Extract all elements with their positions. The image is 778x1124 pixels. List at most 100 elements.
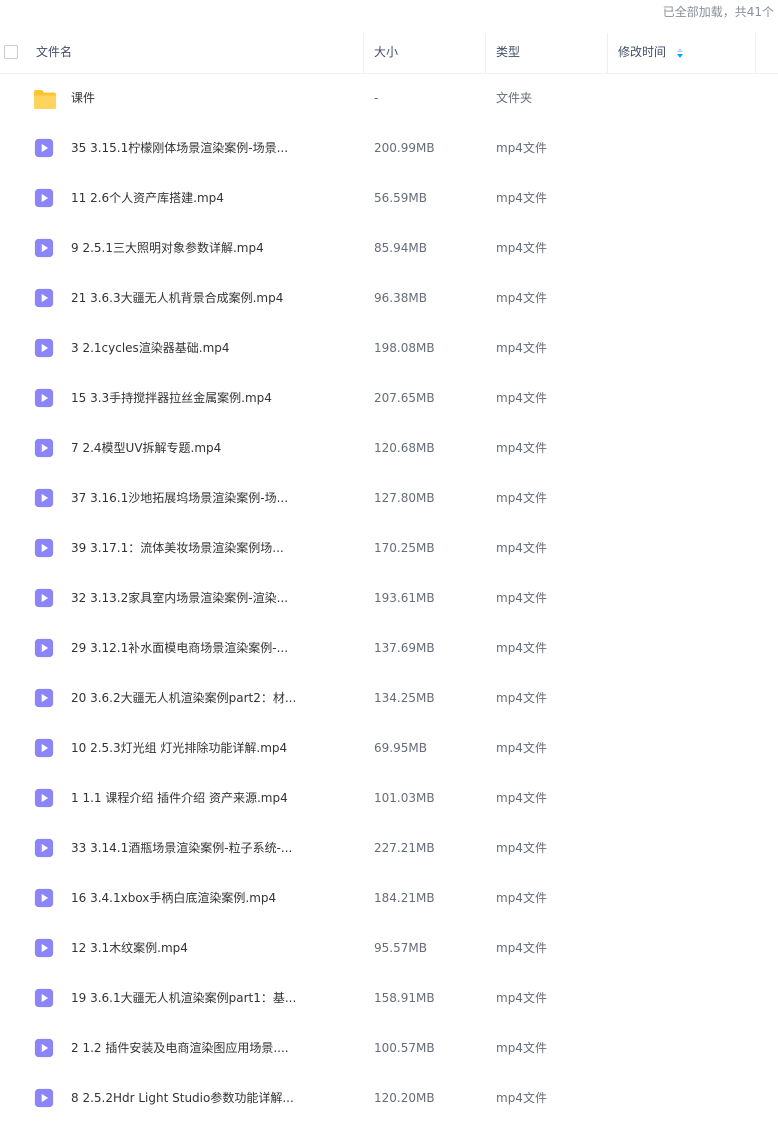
file-type: mp4文件 bbox=[496, 141, 547, 155]
video-file-icon bbox=[34, 688, 56, 710]
video-file-icon bbox=[34, 788, 56, 810]
folder-icon bbox=[33, 88, 56, 110]
video-file-icon bbox=[34, 588, 56, 610]
column-header-name[interactable]: 文件名 bbox=[36, 33, 364, 73]
file-type: 文件夹 bbox=[496, 91, 533, 105]
file-size: 200.99MB bbox=[374, 141, 435, 155]
file-row[interactable]: 35 3.15.1柠檬刚体场景渲染案例-场景... 200.99MB mp4文件 bbox=[0, 124, 778, 174]
sort-icon[interactable] bbox=[676, 47, 684, 59]
load-summary: 已全部加载，共41个 bbox=[662, 5, 774, 19]
video-file-icon bbox=[34, 288, 56, 310]
file-name[interactable]: 1 1.1 课程介绍 插件介绍 资产来源.mp4 bbox=[71, 774, 288, 822]
video-file-icon bbox=[34, 538, 56, 560]
column-header-type[interactable]: 类型 bbox=[496, 33, 608, 73]
video-file-icon bbox=[34, 738, 56, 760]
file-row[interactable]: 20 3.6.2大疆无人机渲染案例part2：材... 134.25MB mp4文件 bbox=[0, 674, 778, 724]
file-name[interactable]: 8 2.5.2Hdr Light Studio参数功能详解... bbox=[71, 1074, 294, 1122]
file-size: 134.25MB bbox=[374, 691, 435, 705]
file-name[interactable]: 12 3.1木纹案例.mp4 bbox=[71, 924, 188, 972]
column-header-modified[interactable]: 修改时间 bbox=[618, 33, 756, 73]
file-row[interactable]: 37 3.16.1沙地拓展坞场景渲染案例-场... 127.80MB mp4文件 bbox=[0, 474, 778, 524]
file-type: mp4文件 bbox=[496, 1091, 547, 1105]
video-file-icon bbox=[34, 138, 56, 160]
video-file-icon bbox=[34, 488, 56, 510]
file-size: 100.57MB bbox=[374, 1041, 435, 1055]
video-file-icon bbox=[34, 1088, 56, 1110]
file-type: mp4文件 bbox=[496, 491, 547, 505]
file-size: - bbox=[374, 91, 379, 105]
video-file-icon bbox=[34, 638, 56, 660]
file-row[interactable]: 12 3.1木纹案例.mp4 95.57MB mp4文件 bbox=[0, 924, 778, 974]
file-type: mp4文件 bbox=[496, 291, 547, 305]
file-size: 56.59MB bbox=[374, 191, 427, 205]
select-all-checkbox[interactable] bbox=[4, 45, 18, 59]
file-name[interactable]: 21 3.6.3大疆无人机背景合成案例.mp4 bbox=[71, 274, 283, 322]
file-size: 85.94MB bbox=[374, 241, 427, 255]
file-row[interactable]: 29 3.12.1补水面模电商场景渲染案例-... 137.69MB mp4文件 bbox=[0, 624, 778, 674]
file-row[interactable]: 2 1.2 插件安装及电商渲染图应用场景.... 100.57MB mp4文件 bbox=[0, 1024, 778, 1074]
file-row[interactable]: 11 2.6个人资产库搭建.mp4 56.59MB mp4文件 bbox=[0, 174, 778, 224]
file-name[interactable]: 7 2.4模型UV拆解专题.mp4 bbox=[71, 424, 221, 472]
file-name[interactable]: 3 2.1cycles渲染器基础.mp4 bbox=[71, 324, 230, 372]
column-header-name-label: 文件名 bbox=[36, 45, 73, 59]
column-header-size-label: 大小 bbox=[374, 45, 399, 59]
video-file-icon bbox=[34, 188, 56, 210]
file-size: 127.80MB bbox=[374, 491, 435, 505]
file-size: 158.91MB bbox=[374, 991, 435, 1005]
file-type: mp4文件 bbox=[496, 441, 547, 455]
video-file-icon bbox=[34, 338, 56, 360]
file-name[interactable]: 20 3.6.2大疆无人机渲染案例part2：材... bbox=[71, 674, 296, 722]
file-row[interactable]: 19 3.6.1大疆无人机渲染案例part1：基... 158.91MB mp4文件 bbox=[0, 974, 778, 1024]
file-name[interactable]: 2 1.2 插件安装及电商渲染图应用场景.... bbox=[71, 1024, 289, 1072]
file-type: mp4文件 bbox=[496, 991, 547, 1005]
file-list-header: 文件名 大小 类型 修改时间 bbox=[0, 33, 778, 74]
file-size: 120.20MB bbox=[374, 1091, 435, 1105]
file-type: mp4文件 bbox=[496, 641, 547, 655]
file-name[interactable]: 29 3.12.1补水面模电商场景渲染案例-... bbox=[71, 624, 288, 672]
file-row[interactable]: 10 2.5.3灯光组 灯光排除功能详解.mp4 69.95MB mp4文件 bbox=[0, 724, 778, 774]
video-file-icon bbox=[34, 238, 56, 260]
file-name[interactable]: 课件 bbox=[71, 74, 95, 122]
file-row[interactable]: 1 1.1 课程介绍 插件介绍 资产来源.mp4 101.03MB mp4文件 bbox=[0, 774, 778, 824]
file-row[interactable]: 15 3.3手持搅拌器拉丝金属案例.mp4 207.65MB mp4文件 bbox=[0, 374, 778, 424]
file-row[interactable]: 8 2.5.2Hdr Light Studio参数功能详解... 120.20MB… bbox=[0, 1074, 778, 1124]
file-row[interactable]: 33 3.14.1酒瓶场景渲染案例-粒子系统-... 227.21MB mp4文件 bbox=[0, 824, 778, 874]
file-row[interactable]: 21 3.6.3大疆无人机背景合成案例.mp4 96.38MB mp4文件 bbox=[0, 274, 778, 324]
file-list: 课件 - 文件夹 35 3.15.1柠檬刚体场景渲染案例-场景... 200.99MB m… bbox=[0, 74, 778, 1124]
file-name[interactable]: 32 3.13.2家具室内场景渲染案例-渲染... bbox=[71, 574, 288, 622]
file-name[interactable]: 15 3.3手持搅拌器拉丝金属案例.mp4 bbox=[71, 374, 272, 422]
file-name[interactable]: 11 2.6个人资产库搭建.mp4 bbox=[71, 174, 224, 222]
file-row[interactable]: 7 2.4模型UV拆解专题.mp4 120.68MB mp4文件 bbox=[0, 424, 778, 474]
file-name[interactable]: 9 2.5.1三大照明对象参数详解.mp4 bbox=[71, 224, 264, 272]
file-size: 170.25MB bbox=[374, 541, 435, 555]
file-row[interactable]: 9 2.5.1三大照明对象参数详解.mp4 85.94MB mp4文件 bbox=[0, 224, 778, 274]
file-size: 120.68MB bbox=[374, 441, 435, 455]
file-size: 198.08MB bbox=[374, 341, 435, 355]
file-type: mp4文件 bbox=[496, 241, 547, 255]
file-name[interactable]: 35 3.15.1柠檬刚体场景渲染案例-场景... bbox=[71, 124, 288, 172]
video-file-icon bbox=[34, 388, 56, 410]
file-name[interactable]: 37 3.16.1沙地拓展坞场景渲染案例-场... bbox=[71, 474, 288, 522]
file-row[interactable]: 16 3.4.1xbox手柄白底渲染案例.mp4 184.21MB mp4文件 bbox=[0, 874, 778, 924]
file-type: mp4文件 bbox=[496, 841, 547, 855]
file-row[interactable]: 课件 - 文件夹 bbox=[0, 74, 778, 124]
file-name[interactable]: 33 3.14.1酒瓶场景渲染案例-粒子系统-... bbox=[71, 824, 292, 872]
file-name[interactable]: 16 3.4.1xbox手柄白底渲染案例.mp4 bbox=[71, 874, 276, 922]
file-size: 137.69MB bbox=[374, 641, 435, 655]
file-name[interactable]: 10 2.5.3灯光组 灯光排除功能详解.mp4 bbox=[71, 724, 287, 772]
file-type: mp4文件 bbox=[496, 691, 547, 705]
column-header-size[interactable]: 大小 bbox=[374, 33, 486, 73]
file-name[interactable]: 19 3.6.1大疆无人机渲染案例part1：基... bbox=[71, 974, 296, 1022]
video-file-icon bbox=[34, 838, 56, 860]
file-type: mp4文件 bbox=[496, 891, 547, 905]
file-type: mp4文件 bbox=[496, 591, 547, 605]
file-name[interactable]: 39 3.17.1：流体美妆场景渲染案例场... bbox=[71, 524, 284, 572]
file-row[interactable]: 3 2.1cycles渲染器基础.mp4 198.08MB mp4文件 bbox=[0, 324, 778, 374]
file-size: 101.03MB bbox=[374, 791, 435, 805]
file-row[interactable]: 39 3.17.1：流体美妆场景渲染案例场... 170.25MB mp4文件 bbox=[0, 524, 778, 574]
file-size: 184.21MB bbox=[374, 891, 435, 905]
file-row[interactable]: 32 3.13.2家具室内场景渲染案例-渲染... 193.61MB mp4文件 bbox=[0, 574, 778, 624]
column-header-modified-label: 修改时间 bbox=[618, 45, 667, 59]
file-type: mp4文件 bbox=[496, 391, 547, 405]
file-type: mp4文件 bbox=[496, 341, 547, 355]
